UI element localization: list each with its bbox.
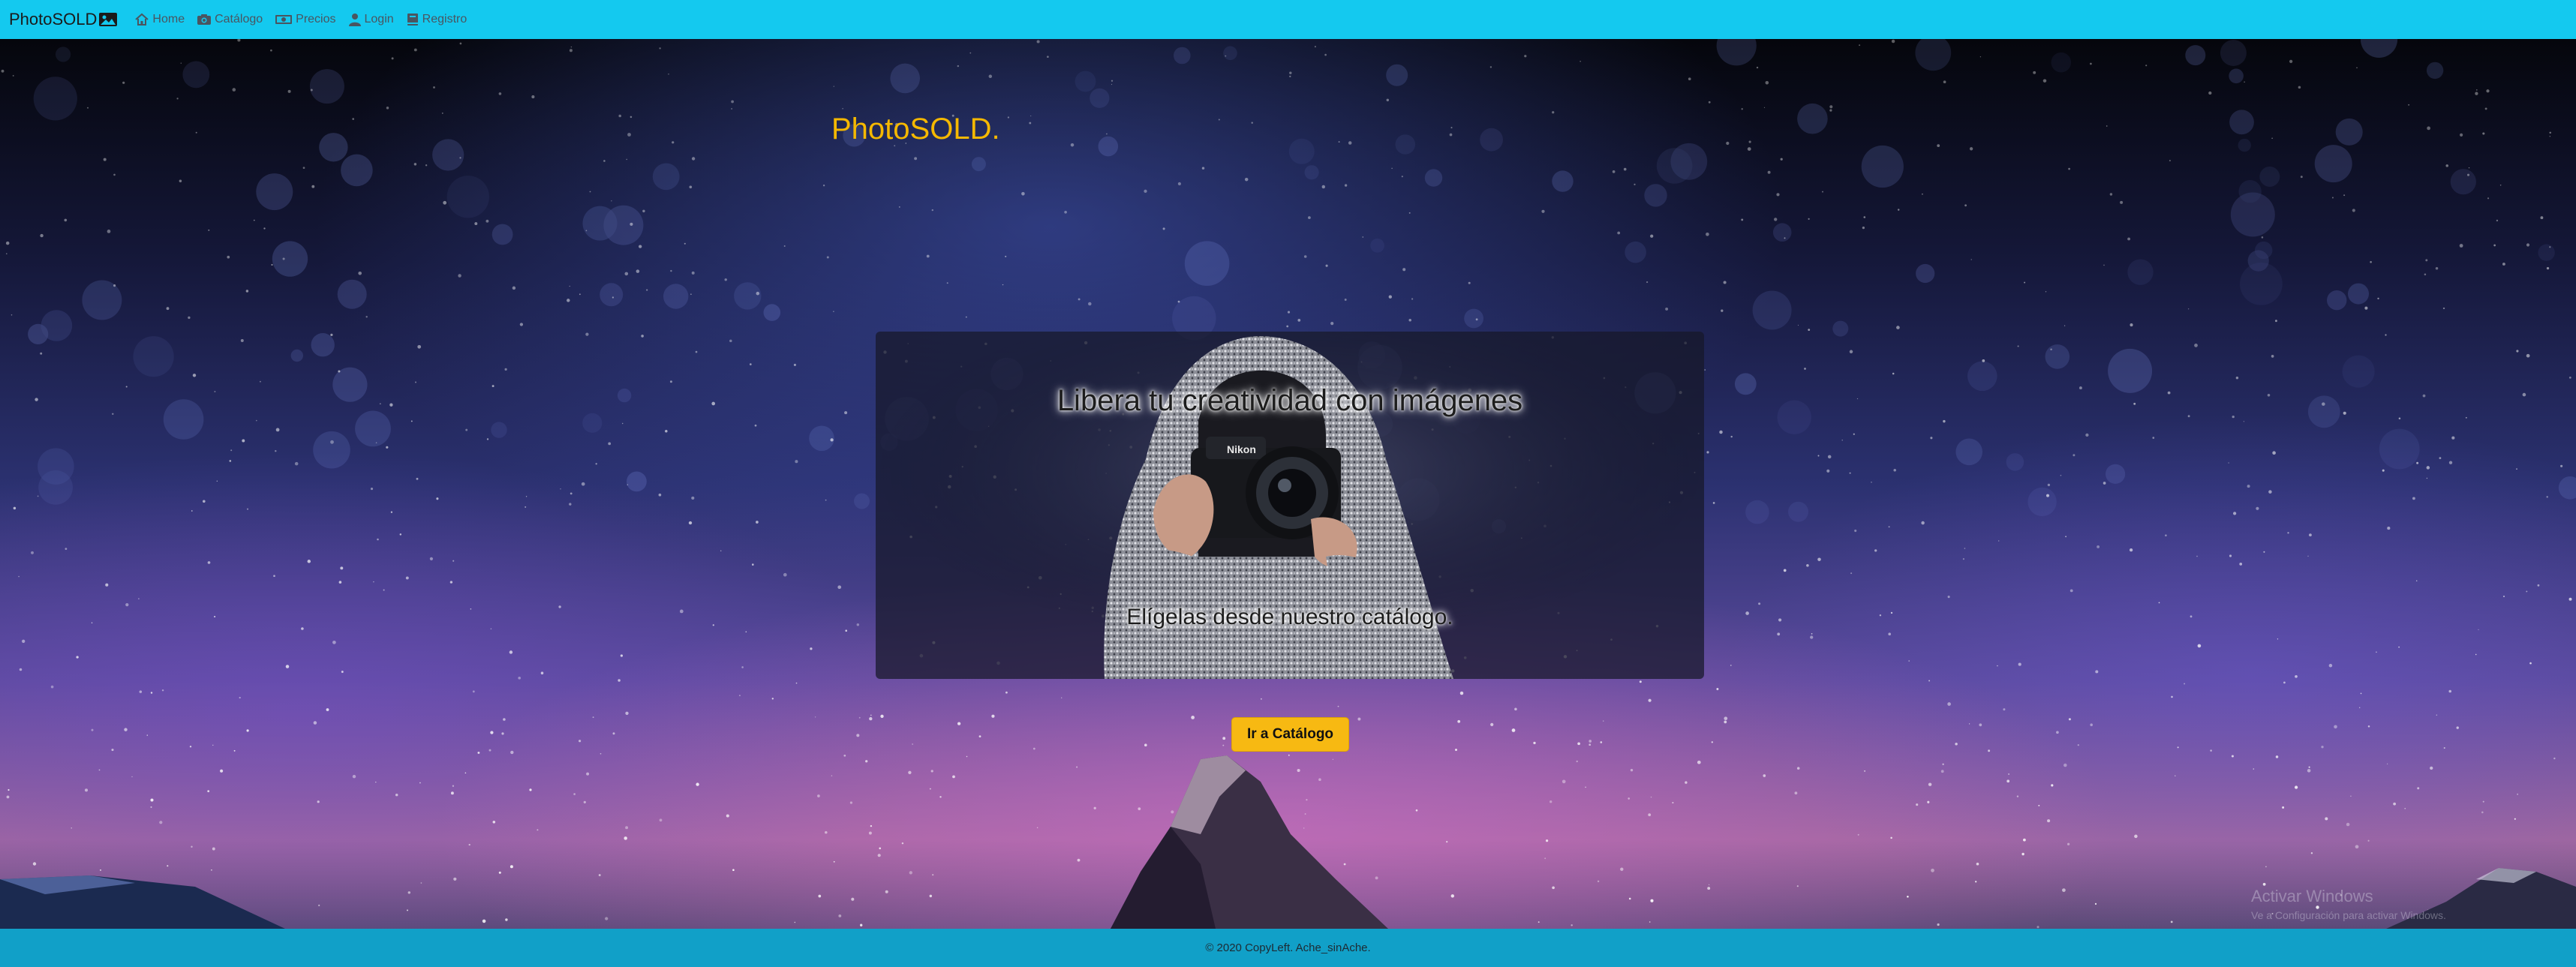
hero-section: PhotoSOLD. Nikon Libera tu creatividad c… <box>0 39 2576 929</box>
brand-name: PhotoSOLD <box>9 10 98 29</box>
brand-link[interactable]: PhotoSOLD <box>9 10 118 29</box>
footer-copyright: © 2020 CopyLeft. Ache_sinAche. <box>1205 941 1371 954</box>
card-subline: Elígelas desde nuestro catálogo. <box>1126 605 1453 629</box>
nav-precios[interactable]: Precios <box>275 13 336 26</box>
nav-precios-label: Precios <box>296 13 336 26</box>
nav-login[interactable]: Login <box>348 13 394 26</box>
watermark-line1: Activar Windows <box>2251 887 2373 905</box>
home-icon <box>135 13 149 26</box>
camera-icon <box>197 14 212 25</box>
book-icon <box>407 14 418 26</box>
nav-registro-label: Registro <box>422 13 467 26</box>
nav-registro[interactable]: Registro <box>406 13 467 26</box>
user-icon <box>348 14 361 26</box>
page-footer: © 2020 CopyLeft. Ache_sinAche. <box>0 929 2576 967</box>
nav-login-label: Login <box>364 13 394 26</box>
svg-text:Nikon: Nikon <box>1227 443 1256 455</box>
windows-activation-watermark: Activar Windows Ve a Configuración para … <box>2251 887 2446 921</box>
image-icon <box>99 13 118 26</box>
nav-catalogo[interactable]: Catálogo <box>197 13 263 26</box>
watermark-line2: Ve a Configuración para activar Windows. <box>2251 909 2446 921</box>
top-navbar: PhotoSOLD Home Catálogo Precios Login Re… <box>0 0 2576 39</box>
card-headline: Libera tu creatividad con imágenes <box>1057 384 1523 417</box>
feature-card: Nikon Libera tu creatividad con imágenes… <box>876 332 1704 679</box>
go-to-catalog-button[interactable]: Ir a Catálogo <box>1231 717 1349 752</box>
nav-home-label: Home <box>152 13 185 26</box>
money-icon <box>275 15 293 24</box>
nav-catalogo-label: Catálogo <box>215 13 263 26</box>
nav-home[interactable]: Home <box>134 13 185 26</box>
site-title: PhotoSOLD. <box>831 113 1000 146</box>
